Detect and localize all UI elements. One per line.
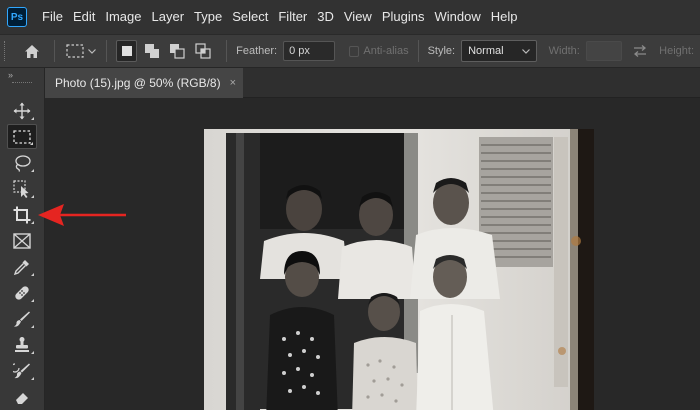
menu-window[interactable]: Window xyxy=(429,0,485,34)
spot-healing-brush-tool-icon[interactable] xyxy=(7,280,37,305)
menu-3d[interactable]: 3D xyxy=(312,0,339,34)
anti-alias-checkbox[interactable] xyxy=(348,45,360,57)
height-label: Height: xyxy=(659,45,694,57)
menu-view[interactable]: View xyxy=(339,0,377,34)
document-tab-bar: Photo (15).jpg @ 50% (RGB/8) × xyxy=(45,68,700,98)
style-select-value: Normal xyxy=(468,45,504,57)
width-input[interactable] xyxy=(585,41,622,61)
separator xyxy=(105,40,107,62)
photoshop-logo[interactable]: Ps xyxy=(7,7,27,27)
frame-tool-icon[interactable] xyxy=(7,228,37,253)
style-label: Style: xyxy=(427,45,456,57)
menu-select[interactable]: Select xyxy=(227,0,273,34)
subtract-from-selection-icon[interactable] xyxy=(167,40,188,62)
tool-group-indicator xyxy=(30,142,33,145)
intersect-selection-icon[interactable] xyxy=(192,40,213,62)
menu-type[interactable]: Type xyxy=(189,0,227,34)
add-to-selection-icon[interactable] xyxy=(141,40,162,62)
marquee-preset-icon[interactable] xyxy=(64,40,85,62)
feather-label: Feather: xyxy=(236,45,278,57)
menu-layer[interactable]: Layer xyxy=(147,0,190,34)
rectangular-marquee-tool-icon[interactable] xyxy=(7,124,37,149)
style-select[interactable]: Normal xyxy=(461,40,538,62)
tool-group-indicator xyxy=(31,117,34,120)
tool-group-indicator xyxy=(31,169,34,172)
options-bar-grip[interactable] xyxy=(4,41,10,61)
tool-group-indicator xyxy=(31,195,34,198)
eraser-tool-icon[interactable] xyxy=(7,384,37,409)
separator xyxy=(54,40,55,62)
tool-group-indicator xyxy=(31,299,34,302)
menu-file[interactable]: File xyxy=(37,0,68,34)
crop-tool-icon[interactable] xyxy=(7,202,37,227)
tool-group-indicator xyxy=(31,325,34,328)
menu-bar: Ps File Edit Image Layer Type Select Fil… xyxy=(0,0,700,34)
tool-group-indicator xyxy=(31,273,34,276)
menu-filter[interactable]: Filter xyxy=(273,0,312,34)
history-brush-tool-icon[interactable] xyxy=(7,358,37,383)
home-icon[interactable] xyxy=(20,38,45,64)
options-bar: Feather: Anti-alias Style: Normal Width:… xyxy=(0,34,700,68)
new-selection-icon[interactable] xyxy=(115,40,138,62)
eyedropper-tool-icon[interactable] xyxy=(7,254,37,279)
canvas-area[interactable] xyxy=(45,98,700,410)
menu-edit[interactable]: Edit xyxy=(68,0,100,34)
tool-group-indicator xyxy=(31,377,34,380)
tools-panel: » xyxy=(0,68,45,410)
object-selection-tool-icon[interactable] xyxy=(7,176,37,201)
clone-stamp-tool-icon[interactable] xyxy=(7,332,37,357)
feather-input[interactable] xyxy=(283,41,336,61)
menu-help[interactable]: Help xyxy=(486,0,523,34)
tool-group-indicator xyxy=(31,221,34,224)
width-label: Width: xyxy=(548,45,580,57)
document-tab-title: Photo (15).jpg @ 50% (RGB/8) xyxy=(55,76,221,90)
menu-image[interactable]: Image xyxy=(100,0,146,34)
anti-alias-label: Anti-alias xyxy=(363,45,409,57)
collapse-panel-icon[interactable]: » xyxy=(8,70,13,80)
separator xyxy=(417,40,419,62)
annotation-arrow-icon xyxy=(38,204,126,226)
brush-tool-icon[interactable] xyxy=(7,306,37,331)
document-tab[interactable]: Photo (15).jpg @ 50% (RGB/8) × xyxy=(45,68,243,98)
separator xyxy=(226,40,228,62)
menu-plugins[interactable]: Plugins xyxy=(377,0,430,34)
swap-dimensions-icon[interactable] xyxy=(632,45,648,57)
photo-image xyxy=(204,129,594,410)
move-tool-icon[interactable] xyxy=(7,98,37,123)
tool-group-indicator xyxy=(31,351,34,354)
close-icon[interactable]: × xyxy=(230,77,236,89)
tools-panel-grip[interactable] xyxy=(12,82,32,85)
lasso-tool-icon[interactable] xyxy=(7,150,37,175)
chevron-down-icon xyxy=(522,48,530,54)
chevron-down-icon[interactable] xyxy=(87,46,97,56)
